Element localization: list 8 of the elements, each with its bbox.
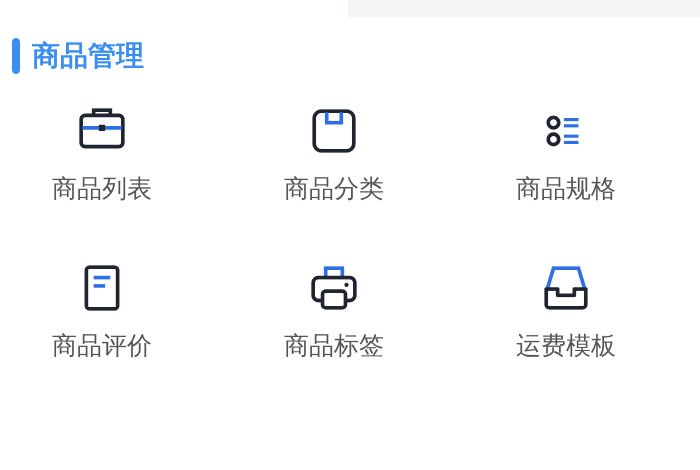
menu-item[interactable]: 商品分类 xyxy=(218,106,450,201)
menu-item[interactable]: 商品列表 xyxy=(0,106,218,201)
menu-item[interactable]: 运费模板 xyxy=(450,263,682,358)
accent-bar xyxy=(12,38,20,74)
section-title: 商品管理 xyxy=(32,42,144,70)
menu-item[interactable]: 商品标签 xyxy=(218,263,450,358)
menu-item[interactable]: 商品评价 xyxy=(0,263,218,358)
menu-item[interactable]: 商品规格 xyxy=(450,106,682,201)
